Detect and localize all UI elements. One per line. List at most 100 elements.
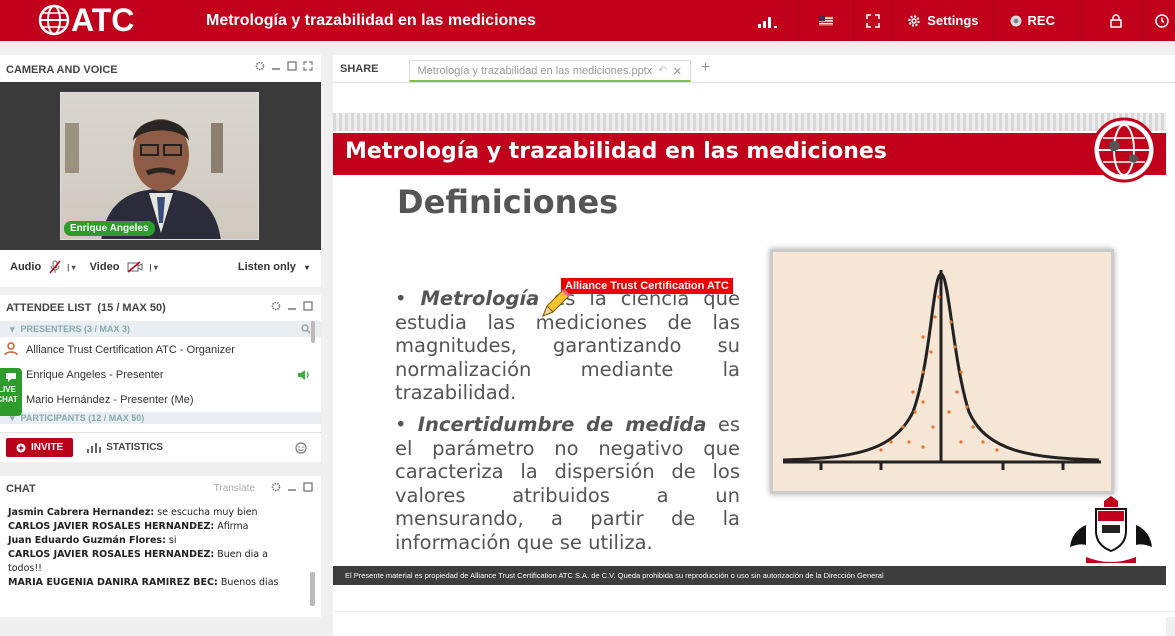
chat-text: si	[165, 535, 177, 546]
camera-panel: CAMERA AND VOICE Enrique Angeles Audio |…	[0, 55, 321, 287]
document-tab-label: Metrología y trazabilidad en las medicio…	[417, 65, 653, 77]
chat-message: CARLOS JAVIER ROSALES HERNANDEZ: Afirma	[8, 520, 304, 534]
minimize-icon[interactable]	[287, 301, 297, 311]
signal-button[interactable]	[740, 0, 798, 41]
fullscreen-button[interactable]	[853, 0, 892, 41]
search-icon[interactable]	[301, 324, 311, 334]
organizer-icon	[4, 342, 18, 356]
plus-circle-icon	[16, 443, 26, 452]
pencil-pointer-icon	[542, 289, 570, 317]
expand-icon[interactable]	[303, 61, 313, 71]
logo-text: ATC	[71, 1, 135, 38]
presenter-figure	[65, 119, 223, 239]
invite-label: INVITE	[31, 442, 64, 453]
app-logo: ATC	[38, 1, 135, 38]
attendee-row-organizer[interactable]: Alliance Trust Certification ATC - Organ…	[0, 337, 321, 362]
attendee-scrollbar[interactable]	[311, 321, 315, 343]
bullet-term: Metrología	[420, 287, 540, 310]
chat-message: Juan Eduardo Guzmán Flores: si	[8, 534, 304, 548]
gear-icon	[908, 14, 920, 27]
bullet-term: Incertidumbre de medida	[417, 413, 707, 436]
statistics-label: STATISTICS	[106, 442, 164, 453]
bullet-dot: •	[395, 287, 421, 310]
maximize-icon[interactable]	[287, 61, 297, 71]
gaussian-illustration	[770, 249, 1114, 494]
gear-icon[interactable]	[271, 482, 281, 492]
chat-panel-header: CHAT Translate	[0, 476, 321, 502]
statistics-button[interactable]: STATISTICS	[87, 442, 163, 453]
language-button[interactable]	[798, 0, 853, 41]
gear-icon[interactable]	[271, 301, 281, 311]
participants-group-header[interactable]: ▾ PARTICIPANTS (12 / MAX 50)	[0, 412, 321, 424]
attendee-name: Enrique Angeles - Presenter	[26, 368, 164, 381]
video-dropdown-icon[interactable]: | ▾	[149, 263, 157, 272]
record-label: REC	[1027, 13, 1055, 28]
attendee-panel: ATTENDEE LIST (15 / MAX 50) ▾ PRESENTERS…	[0, 295, 321, 462]
document-tab[interactable]: Metrología y trazabilidad en las medicio…	[408, 60, 691, 82]
chat-author: CARLOS JAVIER ROSALES HERNANDEZ:	[8, 549, 215, 560]
slide-heading: Definiciones	[397, 183, 619, 221]
participants-group-label: PARTICIPANTS (12 / MAX 50)	[20, 413, 145, 423]
invite-button[interactable]: INVITE	[6, 438, 74, 457]
mic-muted-icon[interactable]	[49, 260, 61, 274]
undo-icon[interactable]: ↶	[658, 65, 666, 80]
pointer-label: Alliance Trust Certification ATC	[561, 278, 733, 294]
listen-only-label: Listen only	[237, 261, 296, 273]
lock-button[interactable]	[1081, 0, 1142, 41]
chat-message: CARLOS JAVIER ROSALES HERNANDEZ: Buen di…	[8, 548, 304, 576]
clock-icon	[1155, 13, 1169, 28]
share-title: SHARE	[340, 63, 379, 75]
camera-area: Enrique Angeles	[0, 82, 321, 250]
chat-bubble-icon	[6, 373, 16, 382]
record-button[interactable]: REC	[992, 0, 1081, 41]
chevron-down-icon: ▾	[10, 323, 15, 334]
attendee-row-presenter[interactable]: Enrique Angeles - Presenter	[0, 362, 321, 387]
camera-muted-icon[interactable]	[127, 261, 143, 273]
chat-messages: Jasmin Cabrera Hernandez: se escucha muy…	[8, 506, 304, 590]
chat-author: CARLOS JAVIER ROSALES HERNANDEZ:	[8, 521, 215, 532]
globe-icon	[1091, 117, 1157, 183]
attendee-panel-title: ATTENDEE LIST	[6, 302, 92, 314]
chat-message: Jasmin Cabrera Hernandez: se escucha muy…	[8, 506, 304, 520]
clock-button[interactable]	[1142, 0, 1175, 41]
globe-icon	[38, 4, 70, 36]
attendee-panel-header: ATTENDEE LIST (15 / MAX 50)	[0, 295, 321, 321]
add-tab-button[interactable]: +	[701, 59, 710, 77]
presenter-video: Enrique Angeles	[60, 92, 259, 240]
us-flag-icon	[819, 15, 834, 26]
expand-icon	[866, 13, 881, 28]
chat-text: Afirma	[214, 521, 249, 532]
audio-label: Audio	[10, 261, 42, 273]
presenters-group-label: PRESENTERS (3 / MAX 3)	[20, 324, 131, 334]
audio-dropdown-icon[interactable]: | ▾	[67, 263, 75, 272]
chat-author: Jasmin Cabrera Hernandez:	[8, 507, 155, 518]
settings-label: Settings	[927, 13, 979, 28]
listen-only-toggle[interactable]: Listen only ▾	[238, 261, 309, 273]
speaker-icon	[298, 370, 309, 380]
live-chat-tab[interactable]: LIVE CHAT	[0, 368, 22, 416]
close-icon[interactable]: ✕	[673, 65, 682, 80]
chat-author: MARIA EUGENIA DANIRA RAMIREZ BEC:	[8, 577, 218, 588]
emoji-icon[interactable]	[295, 441, 307, 454]
session-title: Metrología y trazabilidad en las medicio…	[206, 12, 536, 29]
settings-button[interactable]: Settings	[892, 0, 992, 41]
top-bar: ATC Metrología y trazabilidad en las med…	[0, 0, 1175, 41]
bell-curve	[782, 270, 1101, 470]
chevron-down-icon: ▾	[304, 263, 309, 272]
minimize-icon[interactable]	[287, 482, 297, 492]
chat-panel-title: CHAT	[6, 483, 36, 495]
chat-text: Buenos dias	[217, 577, 279, 588]
chat-scrollbar[interactable]	[310, 572, 315, 606]
presenters-group-header[interactable]: ▾ PRESENTERS (3 / MAX 3)	[0, 321, 321, 337]
presenter-name-tag: Enrique Angeles	[64, 221, 155, 236]
maximize-icon[interactable]	[303, 482, 313, 492]
attendee-count: (15 / MAX 50)	[97, 302, 166, 314]
lock-icon	[1110, 13, 1122, 28]
attendee-row-me[interactable]: Mario Hernández - Presenter (Me)	[0, 387, 321, 412]
bullet-dot: •	[395, 413, 418, 436]
maximize-icon[interactable]	[303, 301, 313, 311]
gear-icon[interactable]	[255, 61, 265, 71]
minimize-icon[interactable]	[271, 61, 281, 71]
slide-title-band: Metrología y trazabilidad en las medicio…	[333, 133, 1166, 175]
translate-button[interactable]: Translate	[214, 483, 255, 494]
